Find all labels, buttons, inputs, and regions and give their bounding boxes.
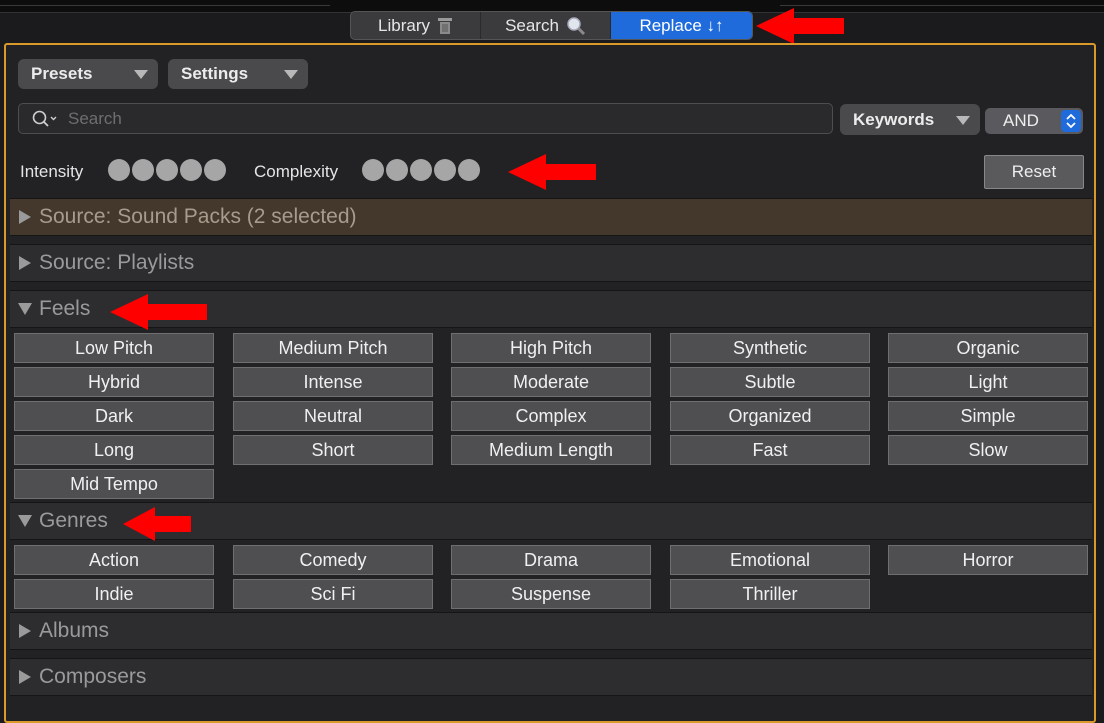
tab-library[interactable]: Library xyxy=(351,12,481,39)
genre-tag-button[interactable]: Thriller xyxy=(670,579,870,609)
annotation-arrow xyxy=(110,294,207,330)
complexity-label: Complexity xyxy=(254,162,339,181)
chevron-down-icon xyxy=(956,116,970,125)
feel-tag-button[interactable]: Low Pitch xyxy=(14,333,214,363)
genre-tag-button[interactable]: Horror xyxy=(888,545,1088,575)
reset-button[interactable]: Reset xyxy=(984,155,1084,189)
intensity-dot[interactable] xyxy=(108,159,130,181)
disclosure-down-icon xyxy=(17,302,33,316)
intensity-label: Intensity xyxy=(20,162,84,181)
feel-tag-button[interactable]: Intense xyxy=(233,367,433,397)
intensity-dot[interactable] xyxy=(204,159,226,181)
feel-tag-button[interactable]: Mid Tempo xyxy=(14,469,214,499)
search-input[interactable] xyxy=(66,107,810,130)
intensity-dot[interactable] xyxy=(132,159,154,181)
chevron-down-icon xyxy=(284,70,298,79)
feel-tag-button[interactable]: Organic xyxy=(888,333,1088,363)
up-down-chevron-icon xyxy=(1061,110,1081,132)
feel-tag-button[interactable]: Complex xyxy=(451,401,651,431)
disclosure-down-icon xyxy=(17,514,33,528)
annotation-arrow xyxy=(123,507,191,541)
disclosure-right-icon xyxy=(17,256,33,270)
intensity-dot[interactable] xyxy=(180,159,202,181)
feel-tag-button[interactable]: Medium Length xyxy=(451,435,651,465)
feel-tag-button[interactable]: Synthetic xyxy=(670,333,870,363)
complexity-dot[interactable] xyxy=(410,159,432,181)
search-field[interactable] xyxy=(18,103,833,134)
section-source-sound-packs[interactable]: Source: Sound Packs (2 selected) xyxy=(10,198,1092,236)
disclosure-right-icon xyxy=(17,670,33,684)
chevron-down-icon xyxy=(134,70,148,79)
feel-tag-button[interactable]: Light xyxy=(888,367,1088,397)
logic-operator-select[interactable]: AND xyxy=(985,108,1083,134)
feel-tag-button[interactable]: Neutral xyxy=(233,401,433,431)
feel-tag-button[interactable]: Fast xyxy=(670,435,870,465)
genre-tag-button[interactable]: Action xyxy=(14,545,214,575)
feel-tag-button[interactable]: Medium Pitch xyxy=(233,333,433,363)
annotation-arrow xyxy=(508,154,596,190)
section-source-playlists[interactable]: Source: Playlists xyxy=(10,244,1092,282)
search-icon xyxy=(32,110,58,128)
feel-tag-button[interactable]: Slow xyxy=(888,435,1088,465)
genre-tag-button[interactable]: Indie xyxy=(14,579,214,609)
tab-replace[interactable]: Replace ↓↑ xyxy=(611,12,752,39)
intensity-meter[interactable] xyxy=(108,159,228,181)
feel-tag-button[interactable]: Moderate xyxy=(451,367,651,397)
feel-tag-button[interactable]: Short xyxy=(233,435,433,465)
keywords-dropdown[interactable]: Keywords xyxy=(840,104,980,135)
feel-tag-button[interactable]: Subtle xyxy=(670,367,870,397)
complexity-dot[interactable] xyxy=(362,159,384,181)
feel-tag-button[interactable]: Dark xyxy=(14,401,214,431)
complexity-dot[interactable] xyxy=(434,159,456,181)
intensity-dot[interactable] xyxy=(156,159,178,181)
feel-tag-button[interactable]: Long xyxy=(14,435,214,465)
presets-dropdown[interactable]: Presets xyxy=(18,59,158,89)
disclosure-right-icon xyxy=(17,210,33,224)
genre-tag-button[interactable]: Emotional xyxy=(670,545,870,575)
settings-dropdown[interactable]: Settings xyxy=(168,59,308,89)
feel-tag-button[interactable]: Organized xyxy=(670,401,870,431)
feel-tag-button[interactable]: Simple xyxy=(888,401,1088,431)
section-albums[interactable]: Albums xyxy=(10,612,1092,650)
section-composers[interactable]: Composers xyxy=(10,658,1092,696)
complexity-dot[interactable] xyxy=(386,159,408,181)
tab-search[interactable]: Search xyxy=(481,12,611,39)
genre-tag-button[interactable]: Sci Fi xyxy=(233,579,433,609)
disclosure-right-icon xyxy=(17,624,33,638)
feel-tag-button[interactable]: Hybrid xyxy=(14,367,214,397)
complexity-dot[interactable] xyxy=(458,159,480,181)
feel-tag-button[interactable]: High Pitch xyxy=(451,333,651,363)
magnifier-icon xyxy=(566,16,586,36)
trash-icon xyxy=(437,17,453,35)
genre-tag-button[interactable]: Comedy xyxy=(233,545,433,575)
genre-tag-button[interactable]: Drama xyxy=(451,545,651,575)
complexity-meter[interactable] xyxy=(362,159,482,181)
annotation-arrow xyxy=(756,8,844,44)
browser-mode-tabs: Library Search Replace ↓↑ xyxy=(350,11,753,40)
genre-tag-button[interactable]: Suspense xyxy=(451,579,651,609)
